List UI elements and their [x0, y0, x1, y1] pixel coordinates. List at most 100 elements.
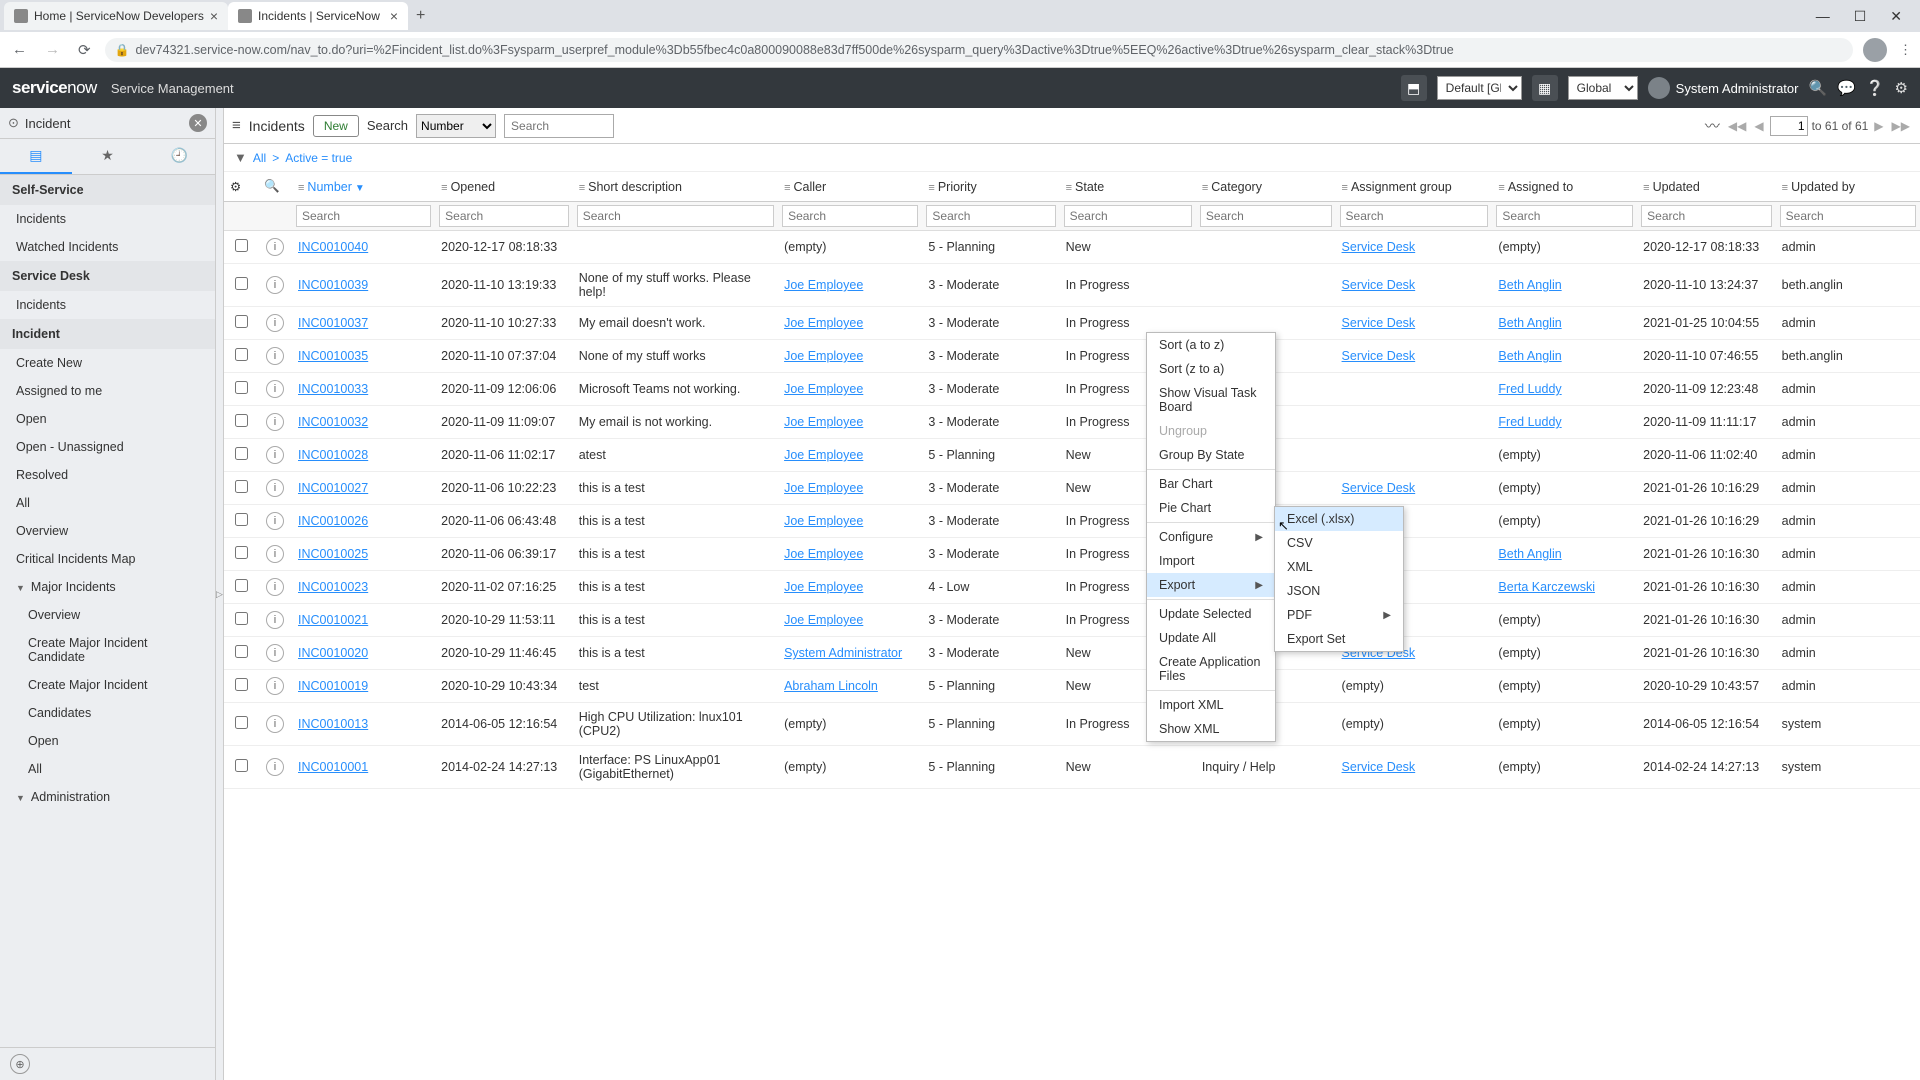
group-link[interactable]: Service Desk: [1342, 278, 1416, 292]
column-search-input[interactable]: [439, 205, 569, 227]
column-search-input[interactable]: [577, 205, 774, 227]
row-checkbox[interactable]: [235, 277, 248, 290]
row-checkbox[interactable]: [235, 239, 248, 252]
nav-group[interactable]: Administration: [0, 783, 215, 811]
row-checkbox[interactable]: [235, 480, 248, 493]
row-checkbox[interactable]: [235, 716, 248, 729]
browser-tab-devportal[interactable]: Home | ServiceNow Developers ×: [4, 2, 228, 30]
preview-icon[interactable]: i: [266, 677, 284, 695]
menu-item[interactable]: Sort (z to a): [1147, 357, 1275, 381]
browser-tab-incidents[interactable]: Incidents | ServiceNow ×: [228, 2, 408, 30]
nav-item[interactable]: Assigned to me: [0, 377, 215, 405]
caller-link[interactable]: Joe Employee: [784, 316, 863, 330]
update-set-icon[interactable]: ⬒: [1401, 75, 1427, 101]
minimize-icon[interactable]: —: [1810, 6, 1836, 27]
preview-icon[interactable]: i: [266, 545, 284, 563]
preview-icon[interactable]: i: [266, 611, 284, 629]
preview-icon[interactable]: i: [266, 446, 284, 464]
search-field-select[interactable]: Number: [416, 114, 496, 138]
incident-number-link[interactable]: INC0010039: [298, 278, 368, 292]
row-checkbox[interactable]: [235, 414, 248, 427]
user-menu[interactable]: System Administrator: [1648, 77, 1799, 99]
column-search-input[interactable]: [1200, 205, 1332, 227]
prev-page-icon[interactable]: ◀: [1752, 119, 1765, 133]
back-icon[interactable]: ←: [8, 39, 31, 60]
caller-link[interactable]: Joe Employee: [784, 415, 863, 429]
next-page-icon[interactable]: ▶: [1872, 119, 1885, 133]
close-icon[interactable]: ×: [210, 8, 218, 24]
menu-item[interactable]: Pie Chart: [1147, 496, 1275, 520]
gear-icon[interactable]: ⚙: [1895, 79, 1908, 97]
preview-icon[interactable]: i: [266, 347, 284, 365]
group-link[interactable]: Service Desk: [1342, 240, 1416, 254]
menu-item[interactable]: PDF▶: [1275, 603, 1403, 627]
group-link[interactable]: Service Desk: [1342, 349, 1416, 363]
caller-link[interactable]: System Administrator: [784, 646, 902, 660]
search-toggle-icon[interactable]: 🔍: [258, 172, 292, 202]
first-page-icon[interactable]: ◀◀: [1726, 119, 1748, 133]
column-header[interactable]: ≡Priority: [922, 172, 1059, 202]
nav-item[interactable]: Incidents: [0, 291, 215, 319]
preview-icon[interactable]: i: [266, 479, 284, 497]
menu-item[interactable]: Create Application Files: [1147, 650, 1275, 688]
column-search-input[interactable]: [1641, 205, 1772, 227]
nav-tab-all[interactable]: ▤: [0, 139, 72, 174]
group-link[interactable]: Service Desk: [1342, 760, 1416, 774]
caller-link[interactable]: Joe Employee: [784, 278, 863, 292]
help-icon[interactable]: ❔: [1866, 79, 1885, 97]
new-tab-button[interactable]: +: [408, 3, 433, 29]
menu-item[interactable]: Bar Chart: [1147, 472, 1275, 496]
new-button[interactable]: New: [313, 115, 359, 137]
collapse-nav-icon[interactable]: ⊕: [10, 1054, 30, 1074]
clear-filter-icon[interactable]: ✕: [189, 114, 207, 132]
incident-number-link[interactable]: INC0010032: [298, 415, 368, 429]
assigned-link[interactable]: Beth Anglin: [1498, 547, 1561, 561]
row-checkbox[interactable]: [235, 759, 248, 772]
incident-number-link[interactable]: INC0010019: [298, 679, 368, 693]
menu-item[interactable]: Show Visual Task Board: [1147, 381, 1275, 419]
preview-icon[interactable]: i: [266, 758, 284, 776]
incident-number-link[interactable]: INC0010028: [298, 448, 368, 462]
preview-icon[interactable]: i: [266, 380, 284, 398]
preview-icon[interactable]: i: [266, 578, 284, 596]
incident-number-link[interactable]: INC0010040: [298, 240, 368, 254]
menu-item[interactable]: Update Selected: [1147, 602, 1275, 626]
assigned-link[interactable]: Fred Luddy: [1498, 415, 1561, 429]
profile-avatar[interactable]: [1863, 38, 1887, 62]
url-input[interactable]: 🔒 dev74321.service-now.com/nav_to.do?uri…: [105, 38, 1853, 62]
preview-icon[interactable]: i: [266, 512, 284, 530]
breadcrumb-condition[interactable]: Active = true: [285, 151, 352, 165]
column-search-input[interactable]: [1780, 205, 1916, 227]
personalize-icon[interactable]: ⚙: [224, 172, 258, 202]
column-header[interactable]: ≡Short description: [573, 172, 778, 202]
caller-link[interactable]: Joe Employee: [784, 547, 863, 561]
column-header[interactable]: ≡Opened: [435, 172, 573, 202]
nav-section[interactable]: Service Desk: [0, 261, 215, 291]
preview-icon[interactable]: i: [266, 276, 284, 294]
nav-item[interactable]: Open - Unassigned: [0, 433, 215, 461]
preview-icon[interactable]: i: [266, 413, 284, 431]
incident-number-link[interactable]: INC0010035: [298, 349, 368, 363]
incident-number-link[interactable]: INC0010001: [298, 760, 368, 774]
menu-item[interactable]: Group By State: [1147, 443, 1275, 467]
incident-number-link[interactable]: INC0010033: [298, 382, 368, 396]
assigned-link[interactable]: Fred Luddy: [1498, 382, 1561, 396]
incident-number-link[interactable]: INC0010021: [298, 613, 368, 627]
column-header[interactable]: ≡Assignment group: [1336, 172, 1493, 202]
nav-item[interactable]: Watched Incidents: [0, 233, 215, 261]
close-icon[interactable]: ×: [390, 8, 398, 24]
column-header[interactable]: ≡Category: [1196, 172, 1336, 202]
page-from-input[interactable]: [1770, 116, 1808, 136]
nav-resize-handle[interactable]: ▷: [216, 108, 224, 1080]
nav-tab-favorites[interactable]: ★: [72, 139, 144, 174]
row-checkbox[interactable]: [235, 678, 248, 691]
caller-link[interactable]: Joe Employee: [784, 382, 863, 396]
menu-item[interactable]: Sort (a to z): [1147, 333, 1275, 357]
menu-item[interactable]: Import XML: [1147, 693, 1275, 717]
nav-item[interactable]: Create Major Incident: [0, 671, 215, 699]
close-icon[interactable]: ✕: [1884, 6, 1908, 27]
maximize-icon[interactable]: ☐: [1848, 6, 1873, 27]
row-checkbox[interactable]: [235, 546, 248, 559]
assigned-link[interactable]: Berta Karczewski: [1498, 580, 1595, 594]
list-menu-icon[interactable]: ≡: [232, 117, 241, 134]
